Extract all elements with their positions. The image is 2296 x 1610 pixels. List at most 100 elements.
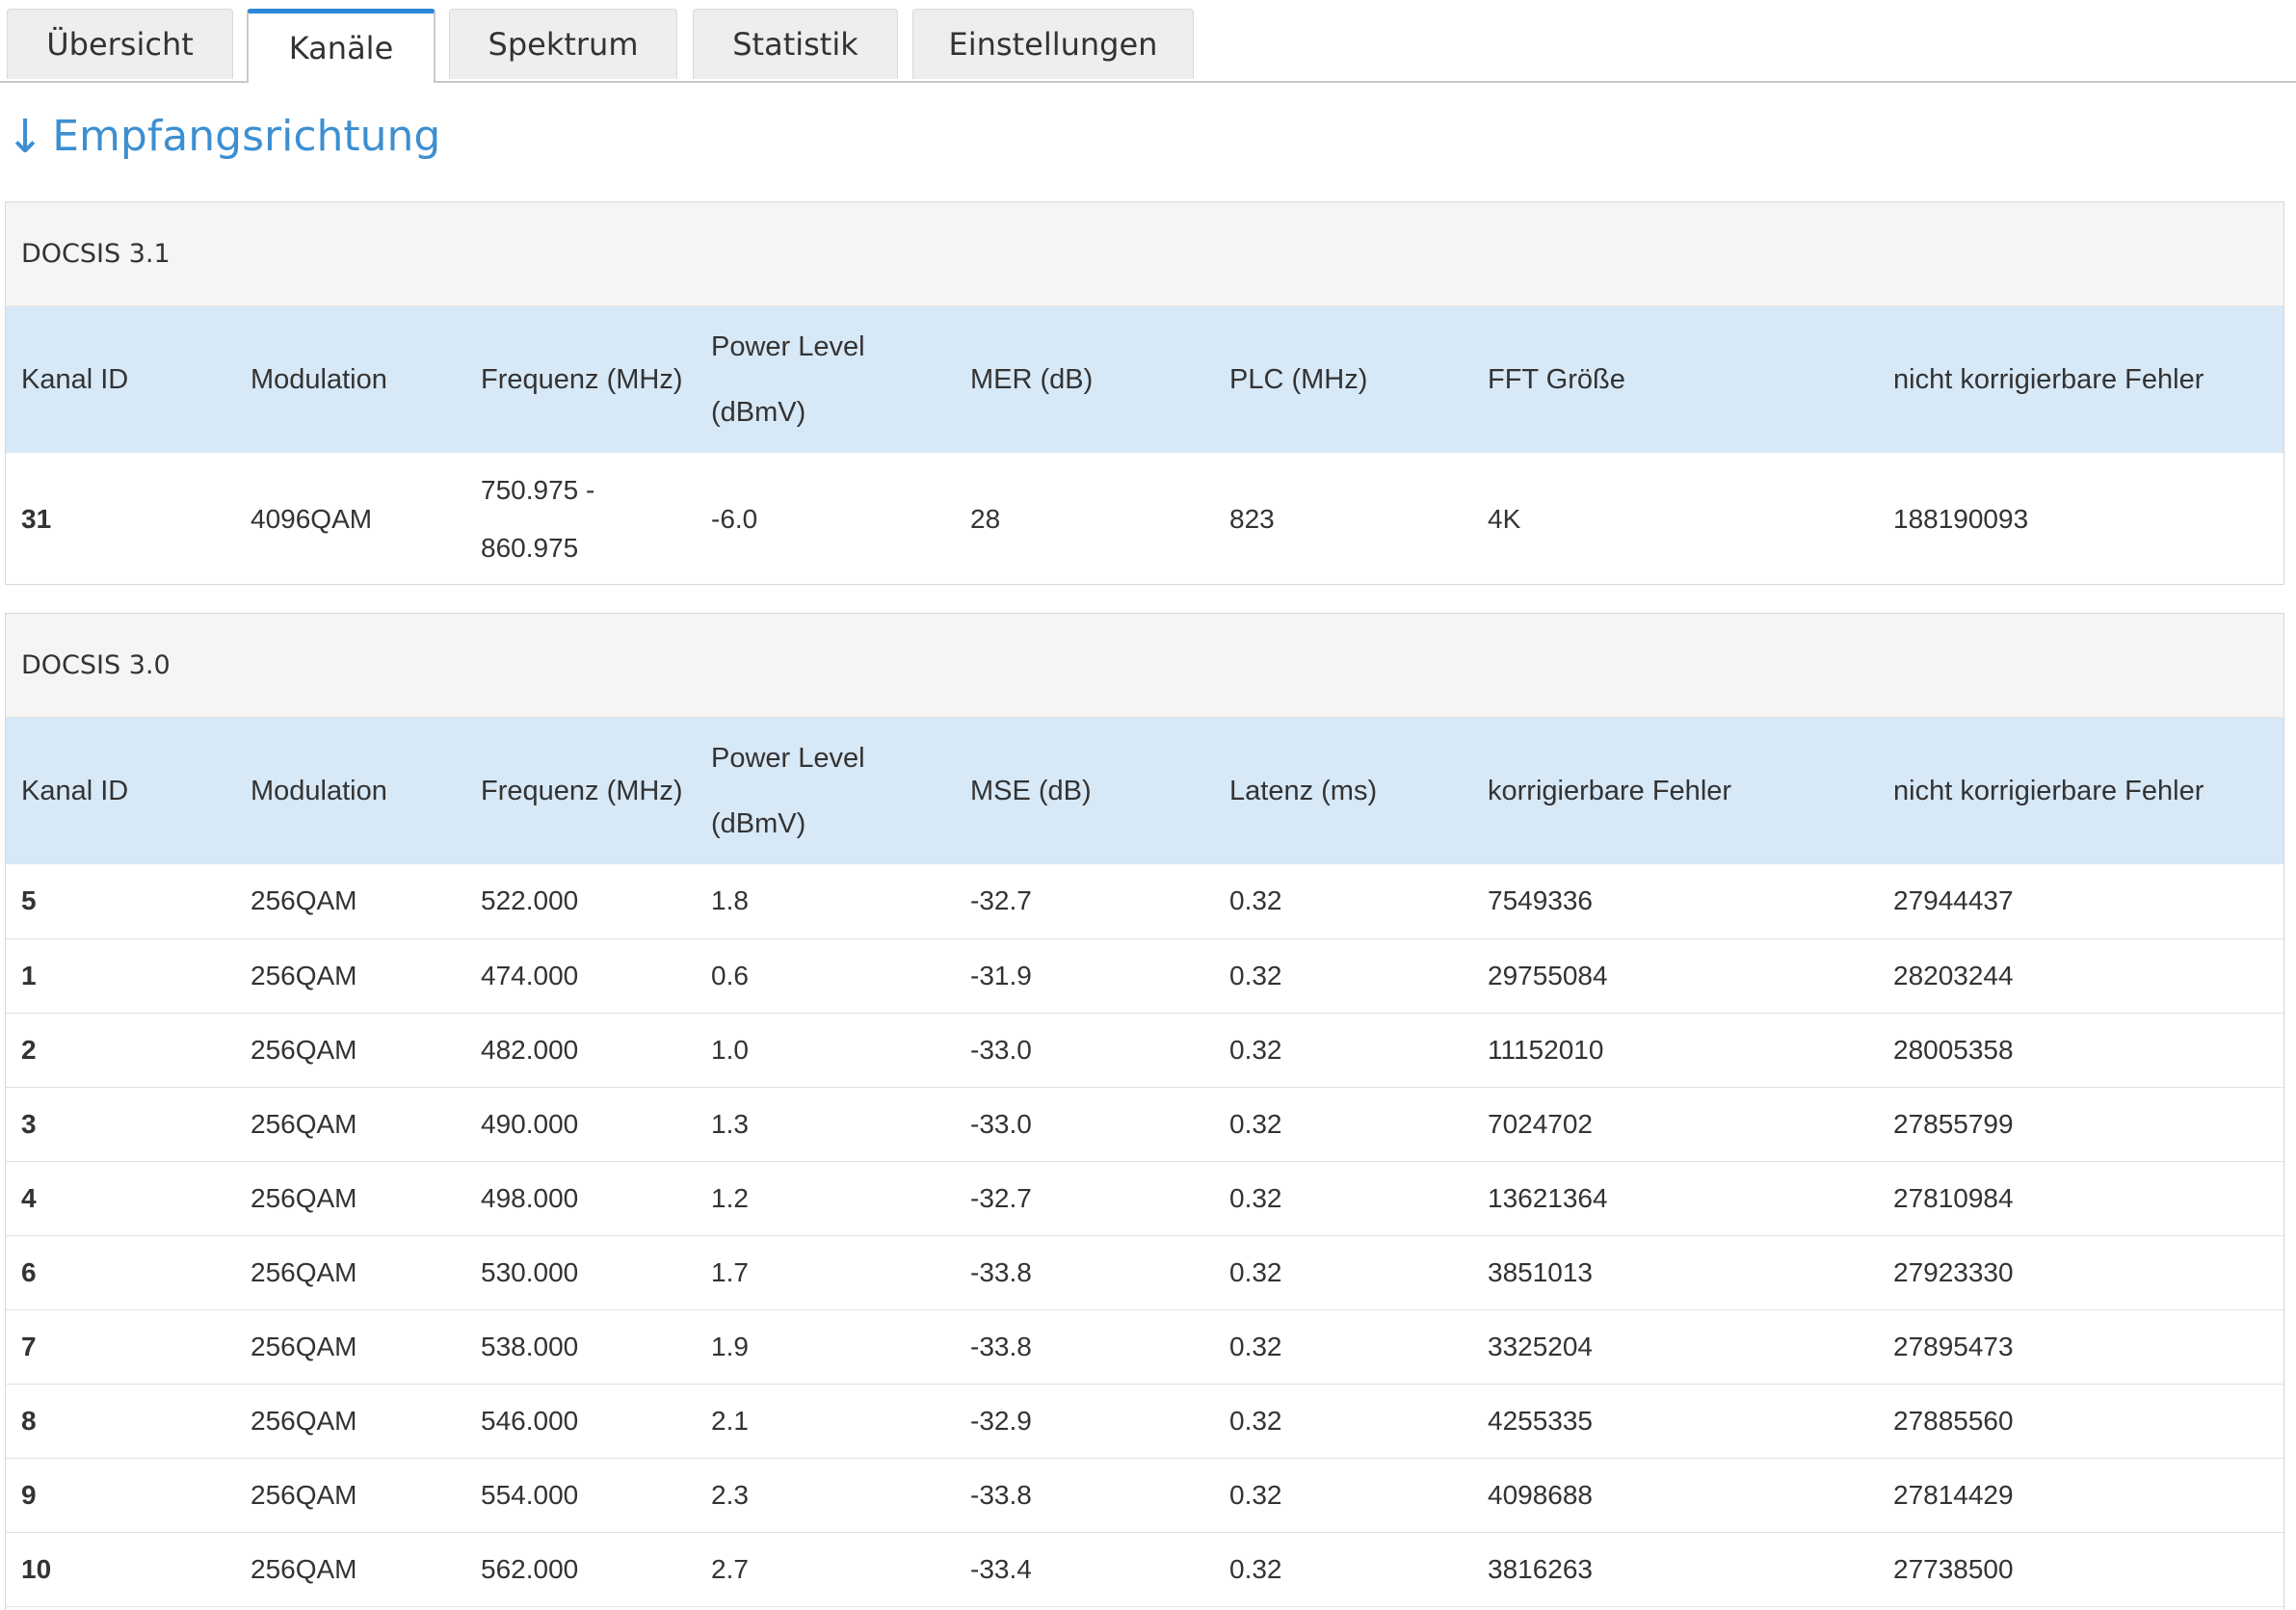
cell-latenz: 0.32 [1229,1256,1282,1287]
column-header: MER (dB) [955,306,1214,453]
cell-power-level: 1.0 [711,1034,749,1065]
cell-mse: -32.7 [970,885,1032,916]
cell-kanal-id: 31 [21,504,52,534]
tab-uebersicht[interactable]: Übersicht [7,9,233,79]
cell-latenz: 0.32 [1229,1182,1282,1213]
cell-frequenz: 498.000 [481,1182,579,1213]
cell-frequenz: 562.000 [481,1553,579,1584]
table-row: 7 256QAM 538.000 1.9 -33.8 0.32 3325204 … [6,1309,2283,1384]
cell-nicht-korrigierbar: 28203244 [1893,960,2014,990]
tab-kanaele[interactable]: Kanäle [247,9,435,83]
cell-latenz: 0.32 [1229,1108,1282,1139]
cell-modulation: 256QAM [251,1034,357,1065]
cell-power-level: -6.0 [711,504,758,534]
cell-power-level: 2.3 [711,1479,749,1510]
docsis31-table: Kanal ID Modulation Frequenz (MHz) Power… [6,306,2283,586]
docsis30-panel: DOCSIS 3.0 Kanal ID Modulation Frequenz … [5,613,2284,1610]
docsis30-header-row: Kanal ID Modulation Frequenz (MHz) Power… [6,718,2283,864]
cell-modulation: 256QAM [251,885,357,916]
column-header: Kanal ID [6,306,235,453]
cell-mse: -31.9 [970,960,1032,990]
cell-nicht-korrigierbar: 27855799 [1893,1108,2014,1139]
page: Übersicht Kanäle Spektrum Statistik Eins… [0,0,2296,1610]
cell-latenz: 0.32 [1229,1405,1282,1436]
cell-kanal-id: 10 [21,1553,52,1584]
column-header: FFT Größe [1472,306,1878,453]
table-row: 2 256QAM 482.000 1.0 -33.0 0.32 11152010… [6,1013,2283,1087]
cell-frequenz: 554.000 [481,1479,579,1510]
cell-modulation: 256QAM [251,1108,357,1139]
cell-mse: -33.8 [970,1479,1032,1510]
column-header: Latenz (ms) [1214,718,1472,864]
cell-modulation: 256QAM [251,1553,357,1584]
cell-kanal-id: 4 [21,1182,37,1213]
cell-kanal-id: 6 [21,1256,37,1287]
tab-bar: Übersicht Kanäle Spektrum Statistik Eins… [0,0,2296,83]
cell-nicht-korrigierbar: 27738500 [1893,1553,2014,1584]
cell-korrigierbar: 4098688 [1488,1479,1594,1510]
column-header: nicht korrigierbare Fehler [1878,306,2283,453]
cell-nicht-korrigierbar: 27895473 [1893,1331,2014,1361]
cell-korrigierbar: 13621364 [1488,1182,1608,1213]
cell-mse: -33.4 [970,1553,1032,1584]
cell-power-level: 2.1 [711,1405,749,1436]
cell-plc: 823 [1229,504,1275,534]
cell-nicht-korrigierbar: 188190093 [1893,504,2029,534]
cell-frequenz: 750.975 - 860.975 [481,475,595,563]
tab-spektrum[interactable]: Spektrum [449,9,677,79]
cell-nicht-korrigierbar: 27923330 [1893,1256,2014,1287]
cell-frequenz: 490.000 [481,1108,579,1139]
cell-korrigierbar: 7549336 [1488,885,1594,916]
column-header: Frequenz (MHz) [465,306,696,453]
table-row: 3 256QAM 490.000 1.3 -33.0 0.32 7024702 … [6,1087,2283,1161]
cell-latenz: 0.32 [1229,885,1282,916]
cell-modulation: 256QAM [251,1331,357,1361]
cell-power-level: 2.7 [711,1553,749,1584]
cell-kanal-id: 5 [21,885,37,916]
cell-modulation: 256QAM [251,1479,357,1510]
cell-modulation: 256QAM [251,960,357,990]
cell-power-level: 1.3 [711,1108,749,1139]
cell-modulation: 256QAM [251,1182,357,1213]
cell-mse: -32.7 [970,1182,1032,1213]
cell-mse: -33.0 [970,1034,1032,1065]
cell-korrigierbar: 7024702 [1488,1108,1594,1139]
cell-mse: -33.8 [970,1256,1032,1287]
section-title-text: Empfangsrichtung [52,112,441,161]
cell-frequenz: 530.000 [481,1256,579,1287]
cell-korrigierbar: 3816263 [1488,1553,1594,1584]
cell-latenz: 0.32 [1229,1479,1282,1510]
column-header: PLC (MHz) [1214,306,1472,453]
cell-modulation: 4096QAM [251,504,373,534]
docsis31-header-row: Kanal ID Modulation Frequenz (MHz) Power… [6,306,2283,453]
cell-modulation: 256QAM [251,1405,357,1436]
cell-latenz: 0.32 [1229,960,1282,990]
cell-frequenz: 546.000 [481,1405,579,1436]
cell-korrigierbar: 4255335 [1488,1405,1594,1436]
column-header: nicht korrigierbare Fehler [1878,718,2283,864]
cell-power-level: 0.6 [711,960,749,990]
column-header: korrigierbare Fehler [1472,718,1878,864]
cell-nicht-korrigierbar: 27885560 [1893,1405,2014,1436]
cell-mer: 28 [970,504,1001,534]
cell-power-level: 1.7 [711,1256,749,1287]
docsis31-title: DOCSIS 3.1 [6,202,2283,306]
cell-kanal-id: 2 [21,1034,37,1065]
cell-kanal-id: 7 [21,1331,37,1361]
tab-statistik[interactable]: Statistik [693,9,898,79]
cell-modulation: 256QAM [251,1256,357,1287]
cell-frequenz: 538.000 [481,1331,579,1361]
column-header: Power Level (dBmV) [696,306,955,453]
cell-korrigierbar: 11152010 [1488,1034,1604,1065]
cell-nicht-korrigierbar: 27814429 [1893,1479,2014,1510]
cell-kanal-id: 1 [21,960,37,990]
tab-einstellungen[interactable]: Einstellungen [912,9,1194,79]
cell-frequenz: 522.000 [481,885,579,916]
column-header: Frequenz (MHz) [465,718,696,864]
docsis30-table: Kanal ID Modulation Frequenz (MHz) Power… [6,718,2283,1607]
cell-latenz: 0.32 [1229,1034,1282,1065]
docsis30-title: DOCSIS 3.0 [6,614,2283,718]
cell-mse: -33.8 [970,1331,1032,1361]
cell-nicht-korrigierbar: 27810984 [1893,1182,2014,1213]
cell-fft: 4K [1488,504,1521,534]
